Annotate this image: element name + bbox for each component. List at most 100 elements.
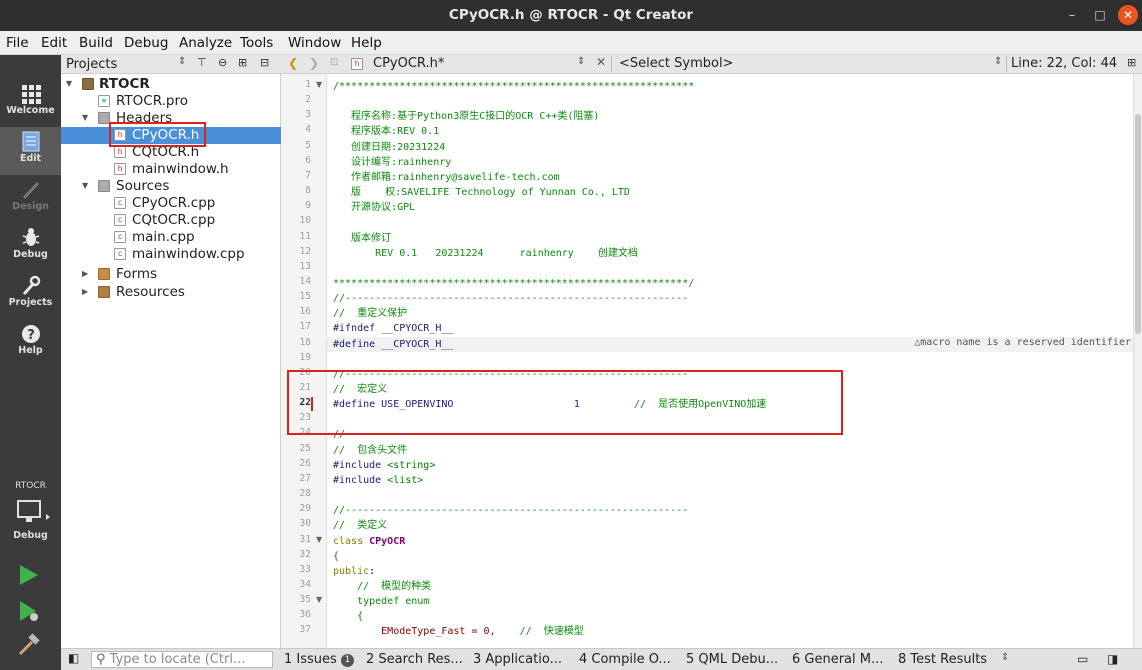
tree-item[interactable]: ▶ Resources <box>61 284 281 301</box>
code-line[interactable]: // 重定义保护 <box>333 306 407 321</box>
tree-item[interactable]: ▼ RTOCR <box>61 76 281 93</box>
code-line[interactable]: // 模型的种类 <box>333 579 431 594</box>
debug-run-icon[interactable] <box>17 599 41 623</box>
toggle-right-sidebar-icon[interactable]: ◨ <box>1107 652 1118 666</box>
chevron-updown-icon[interactable]: ⇕ <box>178 56 186 67</box>
code-line[interactable]: #include <list> <box>333 473 423 488</box>
code-line[interactable]: 版 权:SAVELIFE Technology of Yunnan Co., L… <box>333 185 630 200</box>
code-line[interactable]: #include <string> <box>333 458 435 473</box>
code-line[interactable]: REV 0.1 20231224 rainhenry 创建文档 <box>333 246 638 261</box>
tree-item[interactable]: c CQtOCR.cpp <box>61 212 281 229</box>
tree-item[interactable]: c main.cpp <box>61 229 281 246</box>
kit-selector[interactable]: Debug <box>0 497 61 547</box>
tab-issues[interactable]: 1 Issues 1 <box>284 652 354 667</box>
code-line[interactable]: ****************************************… <box>333 276 694 291</box>
collapse-arrow-icon[interactable]: ▼ <box>66 79 72 88</box>
code-line[interactable]: 设计编写:rainhenry <box>333 155 451 170</box>
code-line[interactable]: { <box>333 609 363 624</box>
tree-item[interactable]: h mainwindow.h <box>61 161 281 178</box>
collapse-arrow-icon[interactable]: ▼ <box>82 181 88 190</box>
code-editor[interactable]: /***************************************… <box>327 74 1133 648</box>
cursor-position[interactable]: Line: 22, Col: 44 <box>1011 56 1117 71</box>
close-pane-icon[interactable]: ⊟ <box>260 56 269 69</box>
menu-help[interactable]: Help <box>351 35 382 51</box>
fold-arrow-icon[interactable]: ▼ <box>316 80 322 89</box>
fold-arrow-icon[interactable]: ▼ <box>316 595 322 604</box>
collapse-arrow-icon[interactable]: ▼ <box>82 113 88 122</box>
code-line[interactable]: class CPyOCR <box>333 534 405 549</box>
tab-application-output[interactable]: 3 Applicatio... <box>473 652 562 667</box>
expand-arrow-icon[interactable]: ▶ <box>82 269 88 278</box>
code-line[interactable]: 版本修订 <box>333 231 391 246</box>
fold-arrow-icon[interactable]: ▼ <box>316 535 322 544</box>
code-line[interactable]: //--------------------------------------… <box>333 503 688 518</box>
mode-debug[interactable]: Debug <box>0 223 61 271</box>
build-hammer-icon[interactable] <box>17 633 41 657</box>
split-icon[interactable]: ⊞ <box>1127 56 1136 69</box>
tree-item[interactable]: c mainwindow.cpp <box>61 246 281 263</box>
code-line[interactable]: EModeType_Fast = 0, // 快速模型 <box>333 624 584 639</box>
code-line[interactable]: public: <box>333 564 375 579</box>
back-icon[interactable]: ❮ <box>288 56 298 70</box>
symbol-selector[interactable]: <Select Symbol> <box>619 56 733 71</box>
code-line[interactable]: /***************************************… <box>333 79 694 94</box>
code-line[interactable]: #define __CPYOCR_H__ <box>333 337 453 352</box>
menu-analyze[interactable]: Analyze <box>179 35 232 51</box>
code-line[interactable]: 程序名称:基于Python3原生C接口的OCR C++类(阻塞) <box>333 109 599 124</box>
tree-item[interactable]: ▶ Forms <box>61 266 281 283</box>
open-document-name[interactable]: CPyOCR.h* <box>373 56 444 71</box>
tree-item[interactable]: c CPyOCR.cpp <box>61 195 281 212</box>
mode-edit[interactable]: Edit <box>0 127 61 175</box>
menu-debug[interactable]: Debug <box>124 35 168 51</box>
code-line[interactable]: 开源协议:GPL <box>333 200 415 215</box>
code-line[interactable]: { <box>333 549 339 564</box>
tab-search-results[interactable]: 2 Search Res... <box>366 652 463 667</box>
forward-icon[interactable]: ❯ <box>309 56 319 70</box>
mode-projects[interactable]: Projects <box>0 271 61 319</box>
chevron-updown-icon[interactable]: ⇕ <box>577 56 585 67</box>
chevron-updown-icon[interactable]: ⇕ <box>1001 652 1009 663</box>
expand-arrow-icon[interactable]: ▶ <box>82 287 88 296</box>
tree-item[interactable]: ≡ RTOCR.pro <box>61 93 281 110</box>
code-line[interactable]: // 包含头文件 <box>333 443 407 458</box>
scrollbar-thumb[interactable] <box>1135 114 1141 334</box>
mode-design[interactable]: Design <box>0 175 61 223</box>
locator-input[interactable]: ⚲ Type to locate (Ctrl... <box>91 651 273 668</box>
menu-edit[interactable]: Edit <box>41 35 67 51</box>
mode-help[interactable]: ? Help <box>0 319 61 367</box>
code-line[interactable]: typedef enum <box>333 594 429 609</box>
chevron-updown-icon[interactable]: ⇕ <box>994 56 1002 67</box>
code-line[interactable]: // 类定义 <box>333 518 387 533</box>
maximize-button[interactable]: □ <box>1090 5 1110 25</box>
split-icon[interactable]: ⊞ <box>238 56 247 69</box>
code-line[interactable]: //--------------------------------------… <box>333 291 688 306</box>
minimize-button[interactable]: – <box>1062 5 1082 25</box>
menu-build[interactable]: Build <box>79 35 113 51</box>
toggle-sidebar-icon[interactable]: ◧ <box>68 651 79 665</box>
output-pane-icon[interactable]: ▭ <box>1077 652 1088 666</box>
tree-item[interactable]: ▼ Sources <box>61 178 281 195</box>
code-line[interactable]: 创建日期:20231224 <box>333 140 445 155</box>
line-number: 32 <box>299 548 311 560</box>
close-button[interactable]: ✕ <box>1118 5 1138 25</box>
code-line[interactable]: 程序版本:REV 0.1 <box>333 124 439 139</box>
tab-qml-debugger[interactable]: 5 QML Debu... <box>686 652 778 667</box>
code-line[interactable]: 作者邮箱:rainhenry@savelife-tech.com <box>333 170 560 185</box>
tab-general-messages[interactable]: 6 General M... <box>792 652 883 667</box>
highlight-box <box>109 122 206 147</box>
tab-test-results[interactable]: 8 Test Results <box>898 652 987 667</box>
vertical-scrollbar[interactable] <box>1133 74 1142 648</box>
line-number: 1 <box>305 79 311 90</box>
menu-window[interactable]: Window <box>288 35 341 51</box>
line-number: 16 <box>299 306 311 318</box>
filter-icon[interactable]: ⊤ <box>197 56 207 69</box>
tab-compile-output[interactable]: 4 Compile O... <box>579 652 671 667</box>
run-icon[interactable] <box>17 563 41 587</box>
link-icon[interactable]: ⊖ <box>218 56 227 69</box>
mode-welcome[interactable]: Welcome <box>0 79 61 127</box>
close-document-icon[interactable]: ✕ <box>596 55 606 69</box>
menu-file[interactable]: File <box>6 35 29 51</box>
menu-tools[interactable]: Tools <box>240 35 273 51</box>
code-line[interactable]: #ifndef __CPYOCR_H__ <box>333 321 453 336</box>
mode-help-label: Help <box>18 345 43 356</box>
